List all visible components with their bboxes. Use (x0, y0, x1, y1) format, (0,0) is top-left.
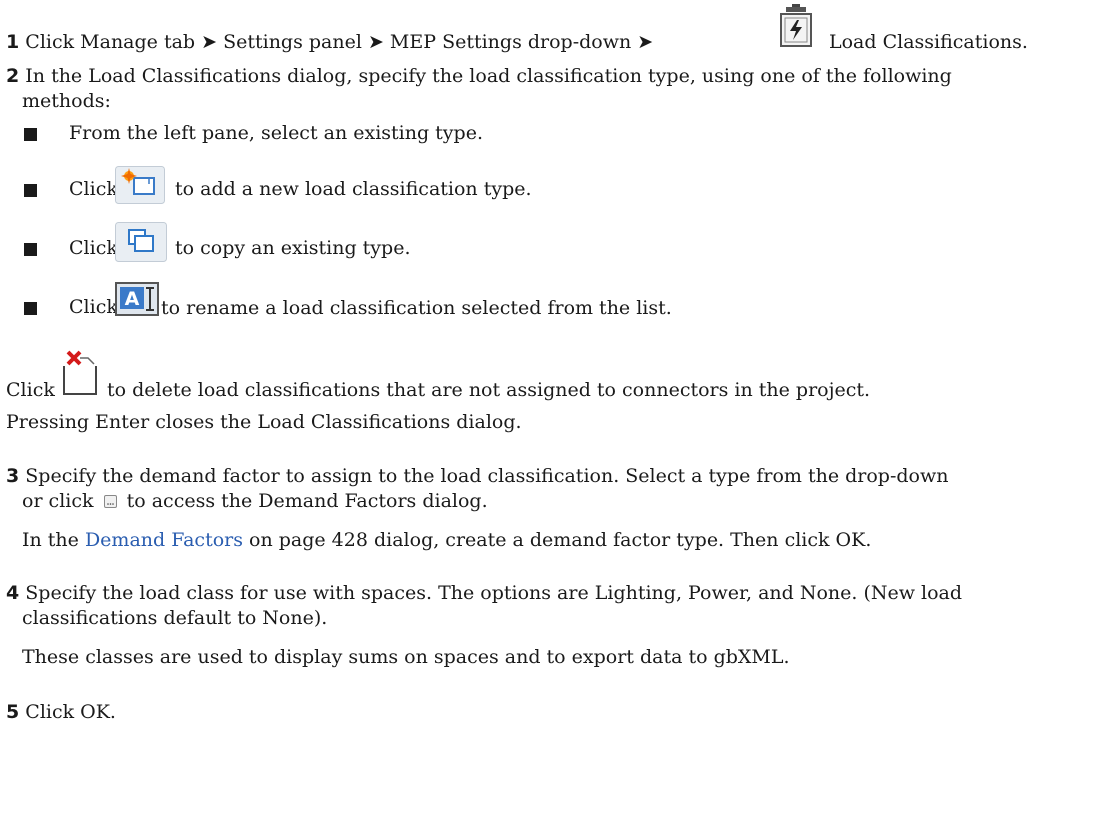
duplicate-icon (115, 222, 167, 262)
step-5: 5 Click OK. (6, 700, 116, 724)
step-1: 1 Click Manage tab ➤ Settings panel ➤ ME… (6, 30, 653, 54)
step-number: 2 (6, 65, 20, 87)
step-3-continued: or click to access the Demand Factors di… (22, 489, 488, 513)
step-1-suffix: Load Classifications. (829, 31, 1028, 53)
bullet-text: to rename a load classification selected… (161, 297, 672, 319)
note-text: on page 428 dialog, create a demand fact… (249, 529, 872, 551)
bullet-marker (24, 184, 37, 197)
step-number: 1 (6, 31, 20, 53)
step-4: 4 Specify the load class for use with sp… (6, 581, 962, 605)
demand-factor-note: In the Demand Factors on page 428 dialog… (22, 528, 871, 552)
delete-click-label: Click (6, 379, 55, 401)
step-text: In the Load Classifications dialog, spec… (25, 65, 952, 87)
browse-button-icon (103, 495, 117, 508)
step-text: Click OK. (25, 701, 116, 723)
step-4-note: These classes are used to display sums o… (22, 646, 790, 668)
step-2: 2 In the Load Classifications dialog, sp… (6, 64, 952, 88)
delete-icon (63, 350, 97, 395)
load-classifications-icon (780, 4, 812, 47)
bullet-click-label: Click (69, 296, 118, 318)
step-text: or click (22, 490, 94, 512)
demand-factors-link[interactable]: Demand Factors (85, 529, 243, 551)
note-text: In the (22, 529, 79, 551)
bullet-marker (24, 128, 37, 141)
new-type-icon (115, 166, 165, 204)
step-number: 5 (6, 701, 20, 723)
bullet-text: From the left pane, select an existing t… (69, 122, 483, 144)
step-4-continued: classifications default to None). (22, 607, 328, 629)
svg-text:A: A (125, 288, 140, 310)
step-number: 3 (6, 465, 20, 487)
bullet-click-label: Click (69, 237, 118, 259)
bullet-click-label: Click (69, 178, 118, 200)
bullet-marker (24, 243, 37, 256)
rename-icon: A (115, 282, 159, 316)
step-text: Specify the demand factor to assign to t… (25, 465, 949, 487)
step-2-continued: methods: (22, 90, 111, 112)
step-number: 4 (6, 582, 20, 604)
step-text: to access the Demand Factors dialog. (126, 490, 488, 512)
delete-text: to delete load classifications that are … (107, 379, 871, 401)
step-3: 3 Specify the demand factor to assign to… (6, 464, 949, 488)
bullet-marker (24, 302, 37, 315)
bullet-text: to copy an existing type. (175, 237, 411, 259)
enter-note: Pressing Enter closes the Load Classific… (6, 411, 522, 433)
step-text: Click Manage tab ➤ Settings panel ➤ MEP … (25, 31, 654, 53)
bullet-text: to add a new load classification type. (175, 178, 532, 200)
step-text: Specify the load class for use with spac… (25, 582, 963, 604)
